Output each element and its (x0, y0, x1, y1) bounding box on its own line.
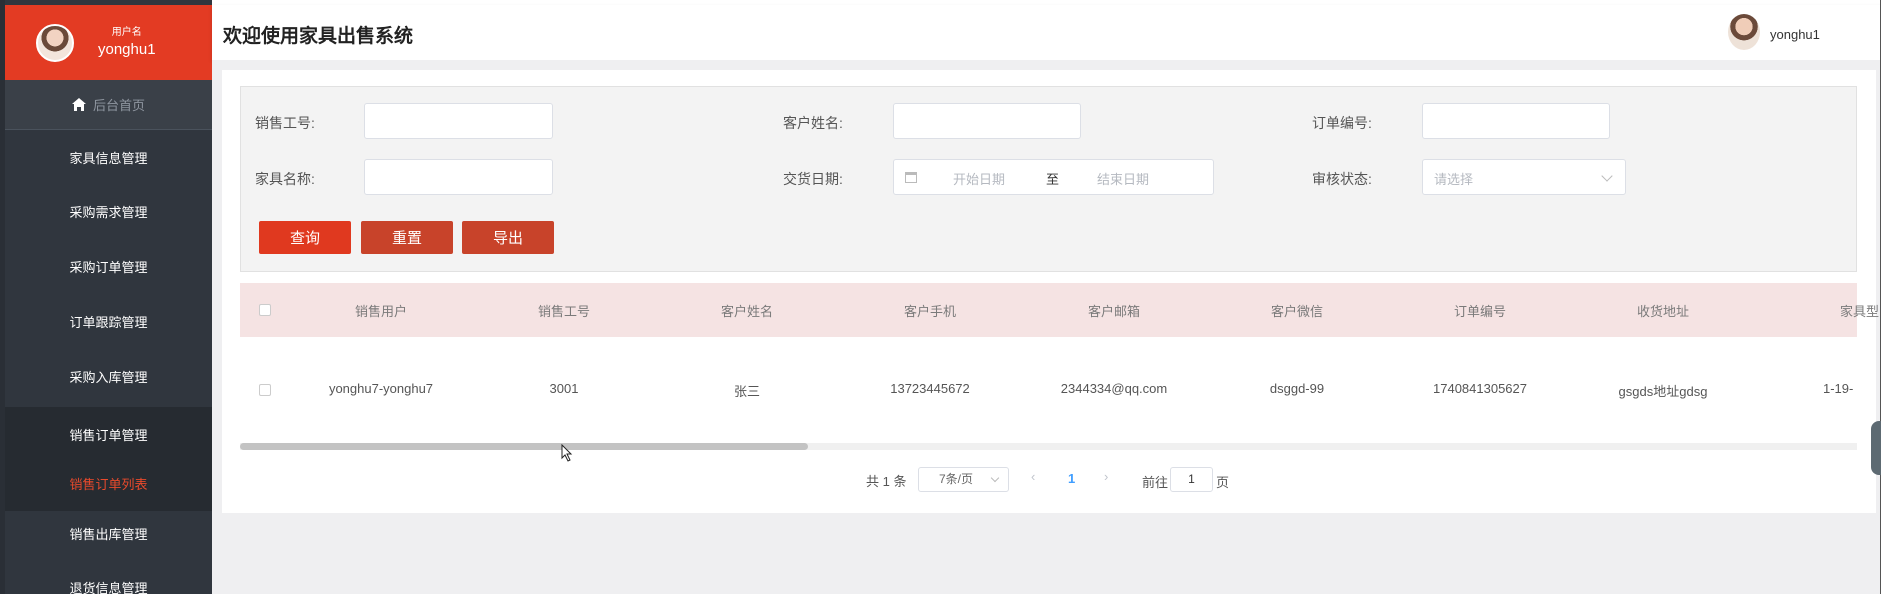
column-header: 收货地址 (1636, 304, 1690, 319)
sidebar-item-label: 退货信息管理 (69, 580, 148, 594)
table-cell: 1-19- (1823, 381, 1854, 396)
furniture-name-label: 家具名称: (255, 171, 315, 187)
column-header: 客户姓名 (720, 304, 774, 319)
column-header: 销售用户 (354, 304, 408, 319)
sidebar-user-panel: 用户名 yonghu1 (5, 5, 212, 80)
prev-page-button[interactable]: ‹ (1031, 469, 1035, 484)
table-cell: gsgds地址gdsg (1618, 384, 1708, 399)
sidebar-item-purchase-demand[interactable]: 采购需求管理 (5, 184, 212, 238)
start-date-placeholder: 开始日期 (953, 172, 1006, 187)
sales-no-label: 销售工号: (255, 115, 315, 131)
table-cell: dsggd-99 (1269, 381, 1325, 396)
page-size-select[interactable]: 7条/页 (918, 467, 1009, 492)
goto-label: 前往 (1142, 475, 1169, 490)
scrollbar-thumb[interactable] (240, 443, 808, 450)
user-info: 用户名 yonghu1 (98, 26, 156, 60)
column-header: 家具型 (1840, 304, 1880, 319)
chevron-down-icon (990, 473, 1000, 483)
sidebar-item-label: 订单跟踪管理 (69, 314, 148, 330)
sidebar-item-furniture-info[interactable]: 家具信息管理 (5, 130, 212, 184)
column-header: 客户微信 (1270, 304, 1324, 319)
pagination-total: 共 1 条 (866, 474, 907, 489)
user-name: yonghu1 (98, 40, 156, 58)
furniture-name-input[interactable] (364, 159, 553, 195)
sales-no-input[interactable] (364, 103, 553, 139)
page-suffix: 页 (1216, 475, 1230, 490)
goto-page-input[interactable]: 1 (1170, 467, 1213, 492)
column-header: 销售工号 (537, 304, 591, 319)
sidebar-item-label: 采购需求管理 (69, 204, 148, 220)
column-header: 订单编号 (1453, 304, 1507, 319)
sidebar-item-label: 采购订单管理 (69, 259, 148, 275)
sidebar-item-label: 家具信息管理 (69, 150, 148, 166)
page-title: 欢迎使用家具出售系统 (223, 26, 414, 47)
order-no-input[interactable] (1422, 103, 1610, 139)
column-header: 客户手机 (903, 304, 957, 319)
header-avatar[interactable] (1728, 14, 1760, 50)
order-no-label: 订单编号: (1312, 115, 1372, 131)
reset-button[interactable]: 重置 (361, 221, 453, 254)
table-cell: 2344334@qq.com (1060, 381, 1168, 396)
page-size-value: 7条/页 (939, 472, 974, 486)
current-page[interactable]: 1 (1068, 471, 1075, 486)
next-page-button[interactable]: › (1104, 469, 1108, 484)
avatar (36, 23, 74, 62)
column-header: 客户邮箱 (1087, 304, 1141, 319)
sidebar-item-label: 销售订单管理 (69, 427, 148, 443)
sidebar-item-sales-order[interactable]: 销售订单管理 (5, 407, 212, 461)
sidebar-item-order-tracking[interactable]: 订单跟踪管理 (5, 294, 212, 348)
table-cell: 13723445672 (890, 381, 970, 396)
audit-status-select[interactable]: 请选择 (1422, 159, 1626, 195)
sidebar-item-return-info[interactable]: 退货信息管理 (5, 560, 212, 594)
end-date-placeholder: 结束日期 (1097, 172, 1150, 187)
header-user-name[interactable]: yonghu1 (1770, 27, 1820, 42)
chevron-down-icon (1601, 170, 1613, 182)
sidebar-item-label: 销售出库管理 (69, 526, 148, 542)
export-button[interactable]: 导出 (462, 221, 554, 254)
home-icon (71, 98, 86, 111)
sidebar-item-purchase-order[interactable]: 采购订单管理 (5, 239, 212, 293)
date-separator: 至 (1046, 172, 1060, 187)
query-button[interactable]: 查询 (259, 221, 351, 254)
audit-status-label: 审核状态: (1312, 171, 1372, 187)
sidebar-item-sales-order-list[interactable]: 销售订单列表 (5, 456, 212, 511)
sidebar-item-label: 销售订单列表 (69, 477, 148, 492)
table-cell: yonghu7-yonghu7 (328, 381, 434, 396)
customer-name-input[interactable] (893, 103, 1081, 139)
sidebar-item-purchase-inbound[interactable]: 采购入库管理 (5, 349, 212, 403)
sidebar: 用户名 yonghu1 后台首页 家具信息管理 采购需求管理 采购订单管理 订单… (0, 0, 212, 594)
user-caption: 用户名 (111, 26, 142, 38)
table-cell: 1740841305627 (1433, 381, 1527, 396)
sidebar-item-sales-outbound[interactable]: 销售出库管理 (5, 506, 212, 560)
select-all-checkbox[interactable] (259, 304, 271, 316)
table-header: 销售用户 销售工号 客户姓名 客户手机 客户邮箱 客户微信 订单编号 收货地址 … (240, 283, 1879, 337)
audit-status-placeholder: 请选择 (1434, 172, 1474, 187)
calendar-icon (905, 171, 917, 183)
table-cell: 张三 (733, 384, 761, 399)
top-header: 欢迎使用家具出售系统 yonghu1 (212, 5, 1881, 60)
side-drawer-handle[interactable] (1871, 421, 1881, 475)
delivery-date-label: 交货日期: (783, 171, 843, 187)
sidebar-item-home[interactable]: 后台首页 (5, 80, 212, 130)
mouse-cursor-icon (561, 444, 573, 462)
row-checkbox[interactable] (259, 384, 271, 396)
table-cell: 3001 (549, 381, 579, 396)
sidebar-item-label: 采购入库管理 (69, 369, 148, 385)
sidebar-item-label: 后台首页 (92, 98, 145, 113)
customer-name-label: 客户姓名: (783, 115, 843, 131)
